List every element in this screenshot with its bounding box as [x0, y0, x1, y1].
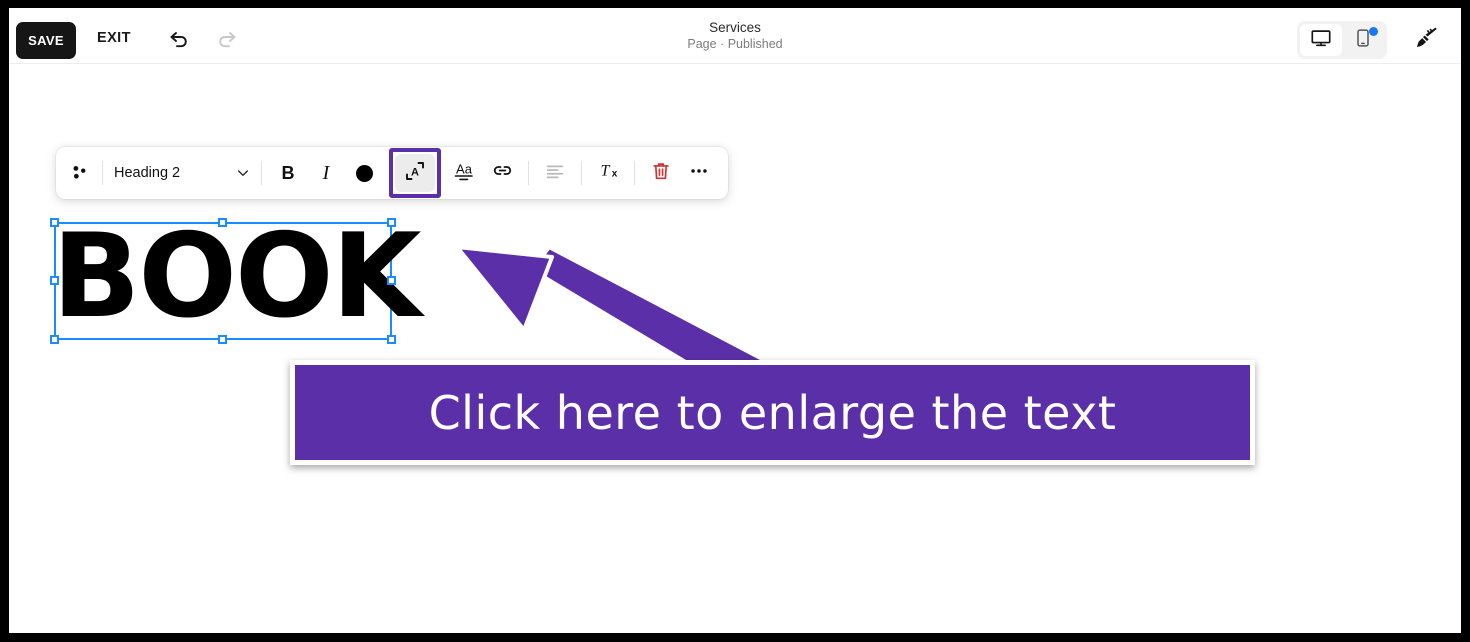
toolbar-divider	[581, 161, 582, 185]
desktop-monitor-icon	[1310, 27, 1332, 54]
redo-button[interactable]	[209, 22, 245, 58]
annotation-callout-text: Click here to enlarge the text	[428, 385, 1117, 440]
screenshot-frame: SAVE EXIT Services Page · Published Head…	[0, 0, 1470, 642]
toolbar-divider	[528, 161, 529, 185]
resize-handle-se[interactable]	[387, 335, 396, 344]
resize-handle-nw[interactable]	[50, 218, 59, 227]
chevron-down-icon	[232, 165, 254, 181]
enlarge-text-button[interactable]: A	[395, 154, 435, 192]
heading-text: BOOK	[52, 209, 422, 344]
redo-icon	[215, 26, 239, 55]
desktop-view-button[interactable]	[1300, 24, 1342, 56]
text-color-circle-icon	[355, 164, 373, 182]
resize-handle-w[interactable]	[50, 276, 59, 285]
link-chain-icon	[491, 159, 514, 187]
more-options-button[interactable]	[680, 154, 718, 192]
align-button[interactable]	[536, 154, 574, 192]
svg-text:T: T	[601, 162, 611, 179]
resize-handle-ne[interactable]	[387, 218, 396, 227]
align-left-icon	[544, 160, 566, 187]
text-color-button[interactable]	[345, 154, 383, 192]
mobile-view-button[interactable]	[1342, 24, 1384, 56]
bold-button[interactable]: B	[269, 154, 307, 192]
clear-formatting-button[interactable]: T x	[589, 154, 627, 192]
annotation-callout-banner: Click here to enlarge the text	[290, 360, 1255, 465]
resize-handle-sw[interactable]	[50, 335, 59, 344]
text-styles-button[interactable]: Aa	[445, 154, 483, 192]
exit-button[interactable]: EXIT	[97, 30, 131, 46]
site-editor-app: SAVE EXIT Services Page · Published Head…	[9, 8, 1461, 633]
svg-text:x: x	[612, 168, 618, 179]
save-button[interactable]: SAVE	[16, 22, 76, 59]
fontsize-highlight-box: A	[389, 148, 441, 198]
clear-formatting-tx-icon: T x	[595, 159, 621, 188]
italic-button[interactable]: I	[307, 154, 345, 192]
paragraph-style-select[interactable]: Heading 2	[110, 165, 254, 181]
undo-button[interactable]	[161, 22, 197, 58]
resize-handle-n[interactable]	[218, 218, 227, 227]
enlarge-text-icon: A	[403, 159, 427, 188]
toolbar-divider	[102, 161, 103, 185]
selected-text-element[interactable]: BOOK	[50, 212, 422, 344]
trash-can-icon	[650, 160, 672, 187]
theme-design-button[interactable]	[1406, 22, 1446, 58]
more-horizontal-icon	[688, 160, 710, 187]
page-canvas: Heading 2 B I A Aa T x BOOK Click here t…	[9, 65, 1461, 633]
viewport-toggle	[1297, 21, 1387, 59]
text-format-toolbar: Heading 2 B I A Aa T x	[56, 147, 728, 199]
undo-icon	[167, 26, 191, 55]
toolbar-divider	[261, 161, 262, 185]
paragraph-style-value: Heading 2	[114, 165, 181, 181]
resize-handle-s[interactable]	[218, 335, 227, 344]
paintbrush-icon	[1413, 24, 1440, 56]
resize-handle-e[interactable]	[387, 276, 396, 285]
editor-top-bar: SAVE EXIT Services Page · Published	[9, 8, 1461, 64]
insert-link-button[interactable]	[483, 154, 521, 192]
drag-dots-icon[interactable]	[65, 158, 95, 188]
svg-text:A: A	[411, 166, 419, 178]
toolbar-divider	[634, 161, 635, 185]
svg-text:Aa: Aa	[456, 161, 473, 176]
delete-element-button[interactable]	[642, 154, 680, 192]
text-styles-aa-icon: Aa	[451, 159, 477, 188]
mobile-notification-dot	[1369, 27, 1378, 36]
